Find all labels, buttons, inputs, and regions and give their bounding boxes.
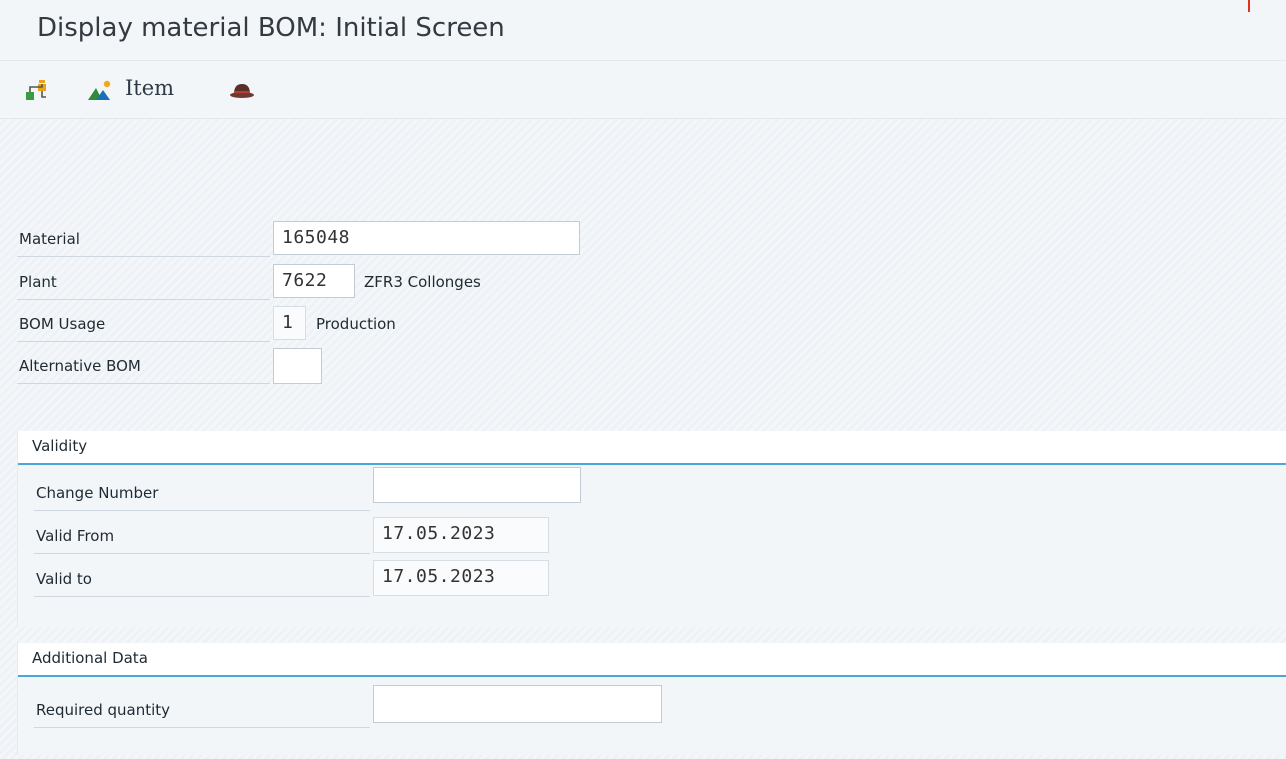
validity-group: Validity Change Number Valid From 17.05.…: [17, 431, 1286, 627]
validity-title: Validity: [32, 437, 88, 455]
sap-screen: Display material BOM: Initial Screen Ite…: [0, 0, 1286, 759]
hat-icon[interactable]: [228, 78, 254, 102]
bom-usage-description: Production: [316, 315, 396, 333]
page-title: Display material BOM: Initial Screen: [37, 13, 505, 43]
valid-to-field[interactable]: 17.05.2023: [373, 560, 549, 596]
change-number-label: Change Number: [36, 484, 159, 502]
window-edge-marker: [1248, 0, 1250, 12]
required-quantity-label: Required quantity: [36, 701, 171, 719]
main-content: Material 165048 Plant 7622 ZFR3 Collonge…: [0, 119, 1286, 759]
plant-field[interactable]: 7622: [273, 264, 355, 298]
item-button[interactable]: Item: [125, 76, 174, 100]
additional-data-title: Additional Data: [32, 649, 148, 667]
valid-from-label: Valid From: [36, 527, 115, 545]
additional-data-group: Additional Data Required quantity: [17, 643, 1286, 755]
plant-label: Plant: [19, 273, 57, 291]
change-number-field[interactable]: [373, 467, 581, 503]
plant-description: ZFR3 Collonges: [364, 273, 481, 291]
hierarchy-icon[interactable]: [24, 78, 50, 102]
required-quantity-field[interactable]: [373, 685, 662, 723]
item-icon[interactable]: [86, 78, 112, 102]
bom-usage-field[interactable]: 1: [273, 306, 306, 340]
material-label: Material: [19, 230, 80, 248]
valid-from-field[interactable]: 17.05.2023: [373, 517, 549, 553]
title-bar: Display material BOM: Initial Screen: [0, 0, 1286, 61]
material-field[interactable]: 165048: [273, 221, 580, 255]
alternative-bom-field[interactable]: [273, 348, 322, 384]
bom-usage-label: BOM Usage: [19, 315, 106, 333]
additional-data-header: Additional Data: [18, 643, 1286, 677]
alternative-bom-label: Alternative BOM: [19, 357, 141, 375]
validity-header: Validity: [18, 431, 1286, 465]
application-toolbar: Item: [0, 61, 1286, 119]
valid-to-label: Valid to: [36, 570, 92, 588]
